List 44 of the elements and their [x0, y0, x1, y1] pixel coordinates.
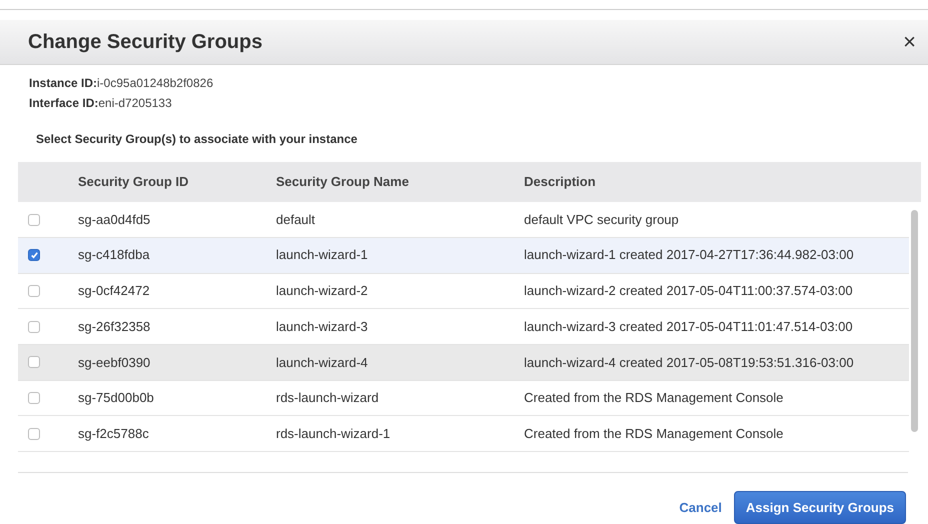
checkbox[interactable] — [28, 392, 40, 404]
table-cell-text: default VPC security group — [524, 210, 679, 229]
table-cell-text: sg-75d00b0b — [78, 389, 155, 408]
table-row[interactable]: sg-c418fdba launch-wizard-1 launch-wizard-1 created 2017-04-27T17:36:44.982-03:00 — [18, 238, 909, 274]
close-button[interactable]: × — [899, 30, 920, 53]
table-cell-text: launch-wizard-3 created 2017-05-04T11:01:47.514-03:00 — [524, 318, 853, 336]
checkbox[interactable] — [28, 320, 40, 333]
dialog-title: Change Security Groups — [28, 30, 262, 55]
info-label: Instance ID: — [29, 75, 98, 92]
table-cell-text: launch-wizard-3 — [276, 318, 369, 336]
table-cell-text: rds-launch-wizard-1 — [276, 424, 392, 443]
assign-button[interactable]: Assign Security Groups — [734, 491, 906, 524]
table-cell-text: launch-wizard-1 created 2017-04-27T17:36:44.982-03:00 — [524, 246, 854, 264]
checkbox[interactable] — [28, 428, 40, 440]
info-value: eni-d7205133 — [98, 95, 172, 112]
table-cell-text: launch-wizard-2 created 2017-05-04T11:00:37.574-03:00 — [524, 282, 853, 300]
instruction-text: Select Security Group(s) to associate with your instance — [36, 132, 358, 146]
checkbox[interactable] — [28, 214, 40, 226]
info-value: i-0c95a01248b2f0826 — [97, 75, 214, 92]
table-cell-text: launch-wizard-1 — [276, 246, 369, 264]
checkbox[interactable] — [28, 356, 40, 368]
table-cell-text: default — [276, 210, 316, 229]
info-label: Interface ID: — [29, 95, 98, 112]
table-cell-text: sg-0cf42472 — [78, 282, 151, 300]
table-cell-text: launch-wizard-2 — [276, 282, 369, 300]
table-cell-text: sg-f2c5788c — [78, 424, 150, 443]
table-row[interactable]: sg-75d00b0b rds-launch-wizard Created from the RDS Management Console — [18, 380, 909, 416]
column-header: Security Group Name — [276, 173, 410, 192]
table-cell-text: Created from the RDS Management Console — [524, 389, 784, 408]
table-cell-text: sg-26f32358 — [78, 318, 152, 336]
table-cell-text: sg-aa0d4fd5 — [78, 210, 152, 229]
column-header: Security Group ID — [78, 173, 190, 192]
table-cell-text: rds-launch-wizard — [276, 389, 380, 408]
table-cell-text: launch-wizard-4 created 2017-05-08T19:53:51.316-03:00 — [524, 354, 854, 372]
table-cell-text: Created from the RDS Management Console — [524, 424, 784, 443]
table-cell-text: sg-eebf0390 — [78, 354, 152, 372]
table-cell-text: sg-c418fdba — [78, 246, 151, 264]
table-cell-text: launch-wizard-4 — [276, 354, 369, 372]
cancel-link[interactable]: Cancel — [675, 498, 726, 518]
checkbox[interactable] — [28, 249, 40, 262]
column-header: Description — [524, 173, 596, 192]
table-row[interactable]: sg-0cf42472 launch-wizard-2 launch-wizard-2 created 2017-05-04T11:00:37.574-03:00 — [18, 274, 909, 310]
table-row[interactable]: sg-eebf0390 launch-wizard-4 launch-wizard-4 created 2017-05-08T19:53:51.316-03:00 — [18, 344, 909, 381]
checkbox[interactable] — [28, 284, 40, 297]
